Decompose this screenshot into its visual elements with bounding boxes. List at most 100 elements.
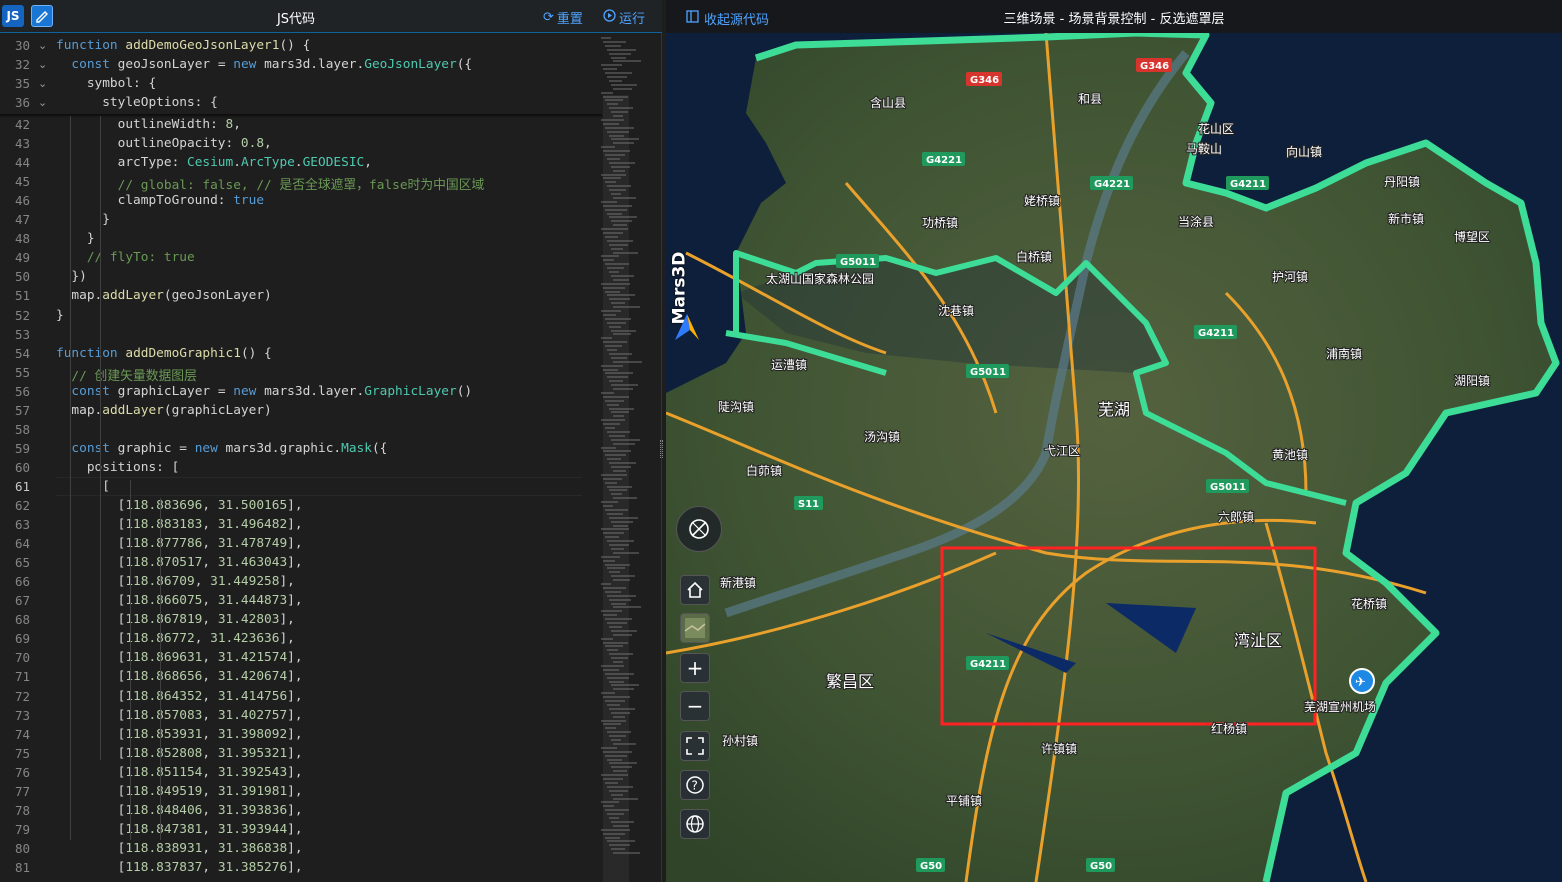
line-number: 53 [14,326,30,342]
logo-arrow-icon [675,314,699,340]
globe-button[interactable] [680,809,710,839]
fullscreen-button[interactable] [680,731,710,761]
map-label-wanzhi: 湾沚区 [1234,631,1282,650]
road-badge: S11 [794,496,823,510]
minimap-line [613,87,632,90]
line-number: 43 [14,136,30,152]
map-label-danyang: 丹阳镇 [1384,175,1420,189]
minimap-line [601,91,613,94]
minus-icon: − [686,694,704,718]
map-label-taihu: 太湖山国家森林公园 [766,271,874,286]
split-sash[interactable] [660,440,663,458]
minimap-line [601,37,611,39]
basemap-icon [684,618,706,638]
map-label-shenxiang: 沈巷镇 [938,303,974,318]
map-label-xingang: 新港镇 [720,575,756,590]
code-line: arcType: Cesium.ArcType.GEODESIC, [56,155,372,171]
code-line: // flyTo: true [56,250,195,266]
map-label-hupi: 湖阳镇 [1454,373,1490,388]
sticky-code-line: const geoJsonLayer = new mars3d.layer.Ge… [71,57,473,72]
road-badge-label: S11 [798,499,819,510]
line-number: 69 [14,631,30,647]
map-label-huangchi: 黄池镇 [1272,448,1308,462]
code-line: outlineWidth: 8, [56,117,241,132]
globe-icon [686,815,704,833]
line-number: 66 [14,574,30,590]
road-badge: G4211 [966,656,1009,670]
compass-control[interactable] [676,506,722,552]
code-line: // global: false, // 是否全球遮罩，false时为中国区域 [56,178,485,194]
line-number: 47 [14,212,30,228]
minimap-line [603,40,626,43]
fold-chevron-icon[interactable]: ⌄ [38,77,47,90]
map-label-baiqiao: 白桥镇 [1016,249,1052,264]
map-label-yijiang: 弋江区 [1044,444,1080,458]
code-line: [ [56,478,110,494]
road-badge-label: G4211 [1198,328,1234,339]
line-number: 67 [14,593,30,609]
code-line: clampToGround: true [56,193,265,209]
road-badge: G5011 [836,254,879,268]
road-badge-label: G4221 [1094,179,1130,190]
sticky-scroll-shadow [0,114,602,118]
indent-guide [70,116,71,840]
code-line: // 创建矢量数据图层 [56,368,197,384]
reset-button[interactable]: ⟳ 重置 [543,8,583,27]
line-number: 65 [14,555,30,571]
code-editor-pane: JS JS代码 ⟳ 重置 运行 function addDemoGeoJsonL… [0,0,663,882]
code-line: } [56,307,64,323]
zoom-in-button[interactable]: + [680,653,710,683]
line-number: 80 [14,840,30,856]
line-number: 51 [14,288,30,304]
line-number: 58 [14,421,30,437]
road-badge-label: G4221 [926,155,962,166]
minimap-line [607,76,627,78]
code-area[interactable]: function addDemoGeoJsonLayer1() { const … [56,37,602,882]
line-number: 49 [14,250,30,266]
map-pane[interactable]: 收起源代码 三维场景 - 场景背景控制 - 反选遮罩层 ✈ 芜湖 弋江区 繁昌区… [666,0,1562,882]
zoom-out-button[interactable]: − [680,691,710,721]
code-line: [118.838931, 31.386838], [56,840,303,856]
minimap-slider[interactable] [603,95,629,882]
help-button[interactable]: ? [680,770,710,800]
road-badge: G5011 [966,364,1009,378]
code-line: map.addLayer(geoJsonLayer) [56,288,272,304]
basemap-button[interactable] [680,613,710,643]
line-number: 55 [14,364,30,380]
minimap-line [613,60,641,63]
minimap-line [605,72,632,75]
compass-icon [689,519,709,539]
run-button[interactable]: 运行 [603,8,645,27]
code-line: [118.883696, 31.500165], [56,498,303,513]
fold-chevron-icon[interactable]: ⌄ [38,58,47,71]
line-number: 72 [14,688,30,704]
map-canvas[interactable]: ✈ 芜湖弋江区繁昌区 湾沚区 花山区马鞍山当涂县博望区 含山县 和县芜湖宣州机场 太湖山国… [666,33,1562,882]
map-label-fanchang: 繁昌区 [826,672,874,691]
code-line: } [56,231,95,247]
refresh-icon: ⟳ [543,10,554,25]
code-line: const graphic = new mars3d.graphic.Mask(… [71,440,388,456]
line-number: 30 [14,38,30,53]
home-button[interactable] [680,575,710,605]
line-number: 35 [14,76,30,91]
code-line: [118.867819, 31.42803], [56,612,295,628]
map-label-airport: 芜湖宣州机场 [1304,699,1376,714]
code-line: map.addLayer(graphicLayer) [56,402,272,418]
code-line: [118.852808, 31.395321], [56,745,303,761]
code-line: [118.86709, 31.449258], [56,574,295,590]
line-number: 48 [14,231,30,247]
code-line: outlineOpacity: 0.8, [56,136,272,152]
code-line: [118.866075, 31.444873], [56,593,303,609]
line-number: 56 [14,383,30,399]
line-number: 73 [14,707,30,723]
line-number: 44 [14,155,30,171]
code-line: [118.870517, 31.463043], [56,555,303,571]
line-number: 57 [14,402,30,418]
map-label-xiangshan: 向山镇 [1286,144,1322,159]
play-icon [603,9,616,26]
line-number: 75 [14,745,30,761]
map-label-jiangpu: 浦南镇 [1326,346,1362,361]
fold-chevron-icon[interactable]: ⌄ [38,96,47,109]
fold-chevron-icon[interactable]: ⌄ [38,39,47,52]
road-badge: G346 [966,72,1002,86]
